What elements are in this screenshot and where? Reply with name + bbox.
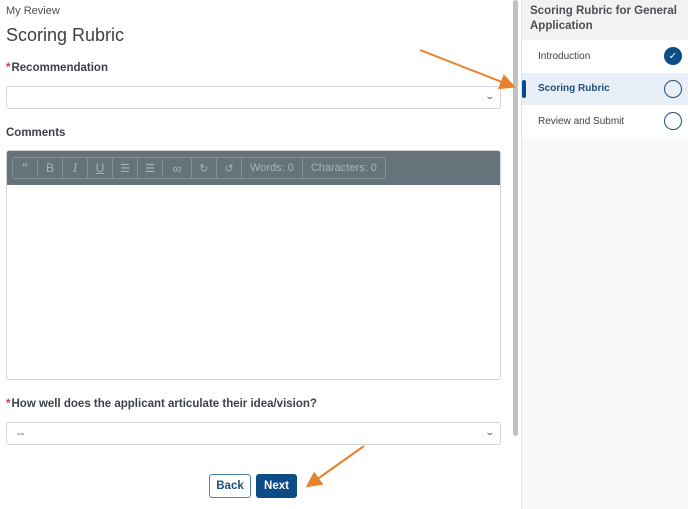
recommendation-label: *Recommendation	[6, 62, 108, 74]
comments-editor[interactable]: ” B I U ☰ ☰ ∞ ↻ ↺ Words: 0 Characters: 0	[6, 150, 501, 380]
articulation-label: *How well does the applicant articulate …	[6, 398, 317, 410]
redo-icon[interactable]: ↻	[192, 158, 217, 178]
bullet-list-icon[interactable]: ☰	[113, 158, 138, 178]
progress-sidebar: Scoring Rubric for General Application I…	[521, 0, 688, 509]
character-count: Characters: 0	[310, 162, 377, 174]
underline-icon[interactable]: U	[88, 158, 113, 178]
numbered-list-icon[interactable]: ☰	[138, 158, 163, 178]
step-label: Scoring Rubric	[538, 83, 610, 95]
step-label: Review and Submit	[538, 115, 625, 127]
articulation-select[interactable]: -- ⌄	[6, 422, 501, 445]
next-button[interactable]: Next	[256, 474, 297, 498]
page-title: Scoring Rubric	[6, 25, 125, 45]
editor-toolbar: ” B I U ☰ ☰ ∞ ↻ ↺ Words: 0 Characters: 0	[7, 151, 500, 185]
undo-icon[interactable]: ↺	[217, 158, 242, 178]
required-marker: *	[6, 398, 11, 410]
sidebar-step-review-and-submit[interactable]: Review and Submit	[522, 105, 688, 138]
quote-icon[interactable]: ”	[13, 158, 38, 178]
word-count: Words: 0	[242, 158, 303, 178]
bold-icon[interactable]: B	[38, 158, 63, 178]
active-indicator	[522, 79, 526, 98]
check-circle-icon: ✓	[664, 47, 682, 65]
link-icon[interactable]: ∞	[163, 158, 192, 178]
sidebar-step-scoring-rubric[interactable]: Scoring Rubric	[522, 72, 688, 105]
breadcrumb[interactable]: My Review	[6, 5, 60, 17]
sidebar-step-introduction[interactable]: Introduction ✓	[522, 40, 688, 73]
comments-label: Comments	[6, 127, 66, 139]
required-marker: *	[6, 62, 11, 74]
chevron-down-icon: ⌄	[484, 427, 496, 437]
empty-circle-icon	[664, 79, 682, 98]
recommendation-select[interactable]: ⌄	[6, 86, 501, 109]
sidebar-title: Scoring Rubric for General Application	[522, 0, 688, 40]
scrollbar-thumb[interactable]	[513, 0, 518, 436]
chevron-down-icon: ⌄	[484, 91, 496, 101]
empty-circle-icon	[664, 112, 682, 130]
page: My Review Scoring Rubric *Recommendation…	[0, 0, 688, 509]
back-button[interactable]: Back	[209, 474, 251, 498]
step-label: Introduction	[538, 50, 591, 62]
toolbar-group: ” B I U ☰ ☰ ∞ ↻ ↺ Words: 0 Characters: 0	[12, 157, 386, 179]
main-content: My Review Scoring Rubric *Recommendation…	[0, 0, 510, 509]
italic-icon[interactable]: I	[63, 158, 88, 178]
